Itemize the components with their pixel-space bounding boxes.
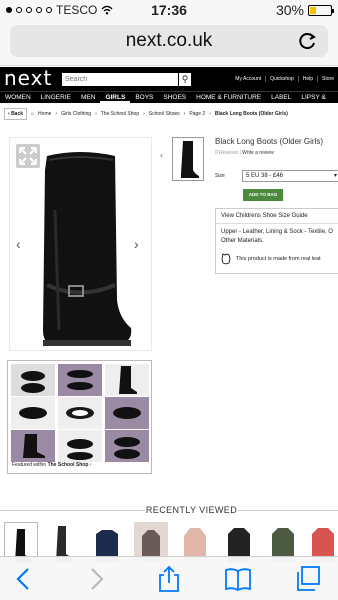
- leather-hide-icon: [221, 253, 231, 265]
- search-icon[interactable]: ⚲: [179, 73, 191, 86]
- header-link[interactable]: Store: [317, 76, 338, 82]
- featured-prefix: Featured within: [12, 462, 47, 468]
- school-shoe-image: [67, 439, 93, 460]
- breadcrumb-item[interactable]: The School Shop: [101, 111, 139, 117]
- thumb-prev-arrow[interactable]: ‹: [160, 150, 163, 160]
- materials-text: Upper - Leather, Lining & Sock - Textile…: [216, 224, 338, 250]
- reload-icon[interactable]: [298, 31, 318, 51]
- url-field[interactable]: next.co.uk: [10, 25, 328, 57]
- nav-item-girls[interactable]: GIRLS: [100, 92, 131, 103]
- breadcrumb-separator: ›: [183, 111, 186, 117]
- breadcrumb-separator: ›: [143, 111, 145, 117]
- school-shoe-image: [113, 407, 141, 419]
- ankle-boot-image: [23, 434, 45, 458]
- header-link[interactable]: Help: [297, 76, 317, 82]
- featured-tile[interactable]: [58, 397, 102, 429]
- featured-tile[interactable]: [58, 430, 102, 462]
- review-count[interactable]: 0 Reviews: [215, 150, 238, 156]
- leather-note: This product is made from real leat: [221, 253, 321, 265]
- bookmarks-icon[interactable]: [224, 565, 252, 593]
- status-bar: TESCO 17:36 30%: [0, 0, 338, 20]
- battery-icon: [308, 4, 334, 16]
- school-shoe-image: [114, 437, 140, 459]
- size-label: Size: [215, 173, 225, 179]
- nav-item-lipsy[interactable]: LIPSY &: [296, 92, 330, 103]
- nav-item-home-furniture[interactable]: HOME & FURNITURE: [191, 92, 266, 103]
- search-input[interactable]: [62, 73, 178, 86]
- reviews-line: 0 Reviews | Write a review: [215, 150, 274, 156]
- battery-percent: 30%: [275, 2, 304, 18]
- boot-image: [43, 152, 132, 346]
- nav-item-boys[interactable]: BOYS: [130, 92, 158, 103]
- nav-item-label[interactable]: LABEL: [266, 92, 296, 103]
- featured-tile[interactable]: [105, 430, 149, 462]
- materials-line: Upper - Leather, Lining & Sock - Textile…: [221, 229, 333, 235]
- featured-tile[interactable]: [11, 397, 55, 429]
- back-arrow-icon[interactable]: [10, 565, 38, 593]
- back-label: Back: [11, 111, 24, 117]
- tabs-icon[interactable]: [294, 565, 322, 593]
- prev-image-arrow[interactable]: ‹: [16, 236, 21, 252]
- next-image-arrow[interactable]: ›: [134, 236, 139, 252]
- breadcrumb-item[interactable]: School Shoes: [149, 111, 180, 117]
- write-review-link[interactable]: Write a review: [242, 150, 274, 156]
- nav-item-women[interactable]: WOMEN: [0, 92, 36, 103]
- forward-arrow-icon[interactable]: [82, 565, 110, 593]
- featured-shop-panel[interactable]: Featured within The School Shop ›: [7, 360, 152, 474]
- school-shoe-image: [19, 407, 47, 419]
- breadcrumb-item[interactable]: Page 2: [189, 111, 205, 117]
- product-info-box: View Childrens Shoe Size Guide Upper - L…: [215, 208, 338, 274]
- featured-tile[interactable]: [11, 430, 55, 462]
- header-links: My Account Quickshop Help Store: [231, 76, 338, 82]
- main-nav: WOMEN LINGERIE MEN GIRLS BOYS SHOES HOME…: [0, 91, 338, 103]
- add-to-bag-button[interactable]: ADD TO BAG: [243, 189, 283, 201]
- divider: [0, 510, 145, 511]
- product-title: Black Long Boots (Older Girls): [215, 137, 324, 146]
- featured-shop-link[interactable]: The School Shop: [48, 462, 89, 468]
- product-image[interactable]: ‹ ›: [9, 137, 152, 351]
- school-shoe-image: [66, 407, 94, 419]
- breadcrumb-item[interactable]: Home: [38, 111, 51, 117]
- breadcrumb-current: Black Long Boots (Older Girls): [214, 111, 288, 117]
- home-icon[interactable]: ⌂: [31, 111, 34, 117]
- share-icon[interactable]: [155, 565, 183, 593]
- nav-item-lingerie[interactable]: LINGERIE: [36, 92, 76, 103]
- size-value: 5 EU 38 - £46: [246, 173, 284, 179]
- featured-tile[interactable]: [105, 364, 149, 396]
- leather-note-text: This product is made from real leat: [236, 256, 321, 262]
- materials-line: Other Materials.: [221, 238, 264, 244]
- divider: [238, 510, 338, 511]
- battery-fill: [310, 6, 316, 14]
- breadcrumb-separator: ›: [55, 111, 58, 117]
- battery-status: 30%: [275, 2, 334, 18]
- breadcrumb-separator: ›: [209, 111, 211, 117]
- boot-thumbnail: [181, 141, 199, 178]
- breadcrumb-item[interactable]: Girls Clothing: [61, 111, 91, 117]
- chevron-down-icon: ▾: [333, 173, 337, 179]
- school-shoe-image: [21, 371, 45, 393]
- featured-caption: Featured within The School Shop ›: [12, 462, 92, 468]
- nav-item-men[interactable]: MEN: [76, 92, 100, 103]
- next-logo[interactable]: next: [4, 67, 52, 89]
- header-link[interactable]: My Account: [231, 76, 265, 82]
- school-shoe-image: [67, 370, 93, 390]
- nav-item-shoes[interactable]: SHOES: [158, 92, 191, 103]
- browser-address-bar: next.co.uk: [0, 20, 338, 66]
- header-link[interactable]: Quickshop: [265, 76, 298, 82]
- size-select[interactable]: 5 EU 38 - £46 ▾: [242, 170, 338, 182]
- featured-tile[interactable]: [58, 364, 102, 396]
- back-button[interactable]: ‹ Back: [4, 108, 28, 120]
- breadcrumb-separator: ›: [95, 111, 97, 117]
- product-thumbnail[interactable]: [172, 137, 204, 181]
- site-header: next ⚲ My Account Quickshop Help Store: [0, 67, 338, 91]
- featured-tile[interactable]: [11, 364, 55, 396]
- long-boot-image: [119, 366, 137, 394]
- featured-tile[interactable]: [105, 397, 149, 429]
- browser-toolbar: [0, 556, 338, 600]
- url-text: next.co.uk: [125, 30, 213, 51]
- breadcrumb: ‹ Back ⌂ Home › Girls Clothing › The Schoo…: [4, 108, 338, 120]
- size-guide-link[interactable]: View Childrens Shoe Size Guide: [216, 209, 338, 224]
- recently-viewed-title: RECENTLY VIEWED: [145, 505, 238, 515]
